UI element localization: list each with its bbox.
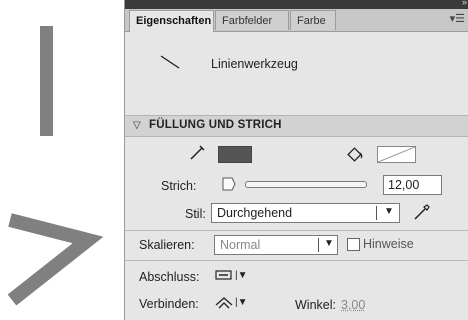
drawn-chevron-shape[interactable] (0, 200, 110, 320)
edit-stroke-style-icon[interactable] (412, 204, 430, 222)
skalieren-dropdown[interactable]: Normal ▼ (214, 235, 338, 255)
hinweise-label: Hinweise (363, 237, 414, 251)
no-fill-slash-icon (378, 147, 415, 162)
properties-panel: » Eigenschaften Farbfelder Farbe ▾☰ Lini… (124, 0, 468, 320)
abschluss-label: Abschluss: (139, 270, 200, 284)
section-collapse-triangle-icon[interactable]: ▽ (133, 120, 141, 131)
winkel-label: Winkel: (295, 298, 336, 312)
stil-selected-value: Durchgehend (217, 206, 293, 220)
dropdown-separator (376, 206, 377, 220)
line-tool-icon (160, 55, 180, 69)
cap-style-icon[interactable] (215, 269, 233, 281)
stroke-width-slider-track[interactable] (245, 181, 367, 188)
fill-stroke-section-header[interactable]: ▽ FÜLLUNG UND STRICH (125, 115, 468, 137)
skalieren-label: Skalieren: (139, 238, 195, 252)
row-divider (125, 260, 468, 261)
section-title: FÜLLUNG UND STRICH (149, 119, 282, 131)
drawn-vertical-line[interactable] (40, 26, 53, 136)
fill-bucket-icon (347, 147, 363, 162)
join-style-dropdown-arrow-icon[interactable]: |▼ (235, 297, 248, 308)
skalieren-selected-value: Normal (220, 238, 261, 252)
winkel-value[interactable]: 3,00 (341, 298, 365, 312)
stroke-width-slider-thumb[interactable] (222, 177, 236, 191)
strich-label: Strich: (161, 179, 197, 193)
current-tool-name: Linienwerkzeug (211, 57, 298, 71)
verbinden-label: Verbinden: (139, 297, 199, 311)
panel-tab-bar: Eigenschaften Farbfelder Farbe ▾☰ (125, 9, 468, 32)
fill-color-swatch-none[interactable] (377, 146, 416, 163)
panel-menu-icon[interactable]: ▾☰ (450, 12, 465, 25)
collapse-icon[interactable]: » (462, 0, 467, 7)
stil-dropdown[interactable]: Durchgehend ▼ (211, 203, 400, 223)
stroke-width-input[interactable]: 12,00 (383, 175, 442, 195)
stil-label: Stil: (185, 207, 206, 221)
join-style-icon[interactable] (214, 295, 234, 311)
tab-farbe[interactable]: Farbe (290, 10, 336, 30)
chevron-down-icon: ▼ (324, 238, 334, 249)
tab-eigenschaften[interactable]: Eigenschaften (129, 10, 214, 32)
chevron-down-icon: ▼ (384, 206, 394, 217)
tab-farbfelder[interactable]: Farbfelder (215, 10, 289, 30)
row-divider (125, 230, 468, 231)
dropdown-separator (318, 238, 319, 252)
cap-style-dropdown-arrow-icon[interactable]: |▼ (235, 270, 248, 281)
stroke-color-swatch[interactable] (218, 146, 252, 163)
stroke-color-pencil-icon (190, 145, 205, 160)
stage-canvas[interactable] (0, 0, 124, 320)
hinweise-checkbox[interactable] (347, 238, 360, 251)
panel-title-bar[interactable]: » (125, 0, 468, 9)
